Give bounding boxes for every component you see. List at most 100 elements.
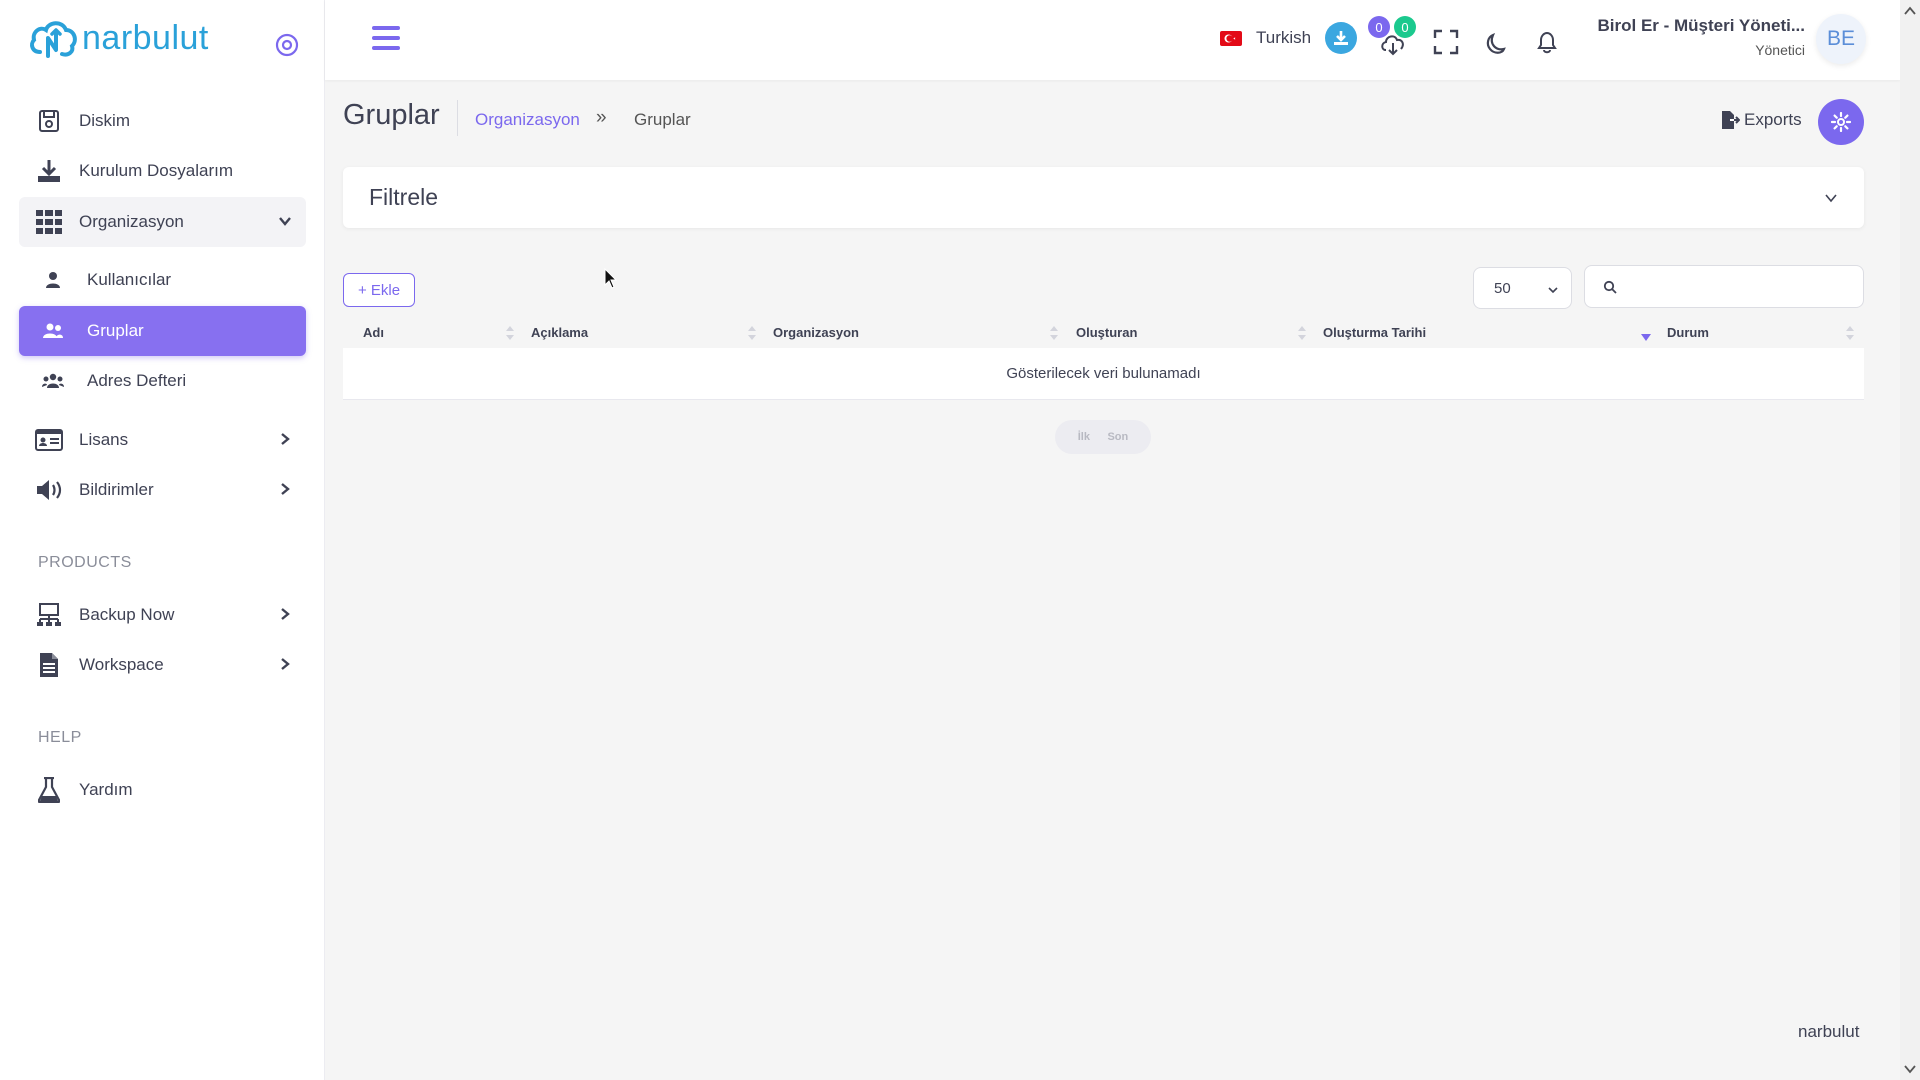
- chevron-right-icon: [281, 608, 290, 620]
- filter-title: Filtrele: [369, 184, 439, 210]
- sidebar-item-organizasyon[interactable]: Organizasyon: [19, 197, 306, 247]
- sort-icon[interactable]: [747, 325, 757, 341]
- menu-icon[interactable]: [372, 26, 400, 52]
- bell-icon[interactable]: [1533, 28, 1561, 56]
- file-export-icon: [1722, 111, 1740, 129]
- sidebar-item-workspace[interactable]: Workspace: [19, 640, 306, 690]
- sidebar-item-label: Kullanıcılar: [87, 270, 172, 289]
- id-card-icon: [35, 426, 63, 454]
- breadcrumb-separator: »: [596, 107, 607, 128]
- settings-button[interactable]: [1818, 99, 1864, 145]
- sidebar-item-label: Lisans: [79, 430, 129, 449]
- search-icon: [1603, 280, 1617, 294]
- brand-name: narbulut: [82, 18, 209, 57]
- table-body: Gösterilecek veri bulunamadı: [343, 348, 1864, 400]
- document-icon: [35, 651, 63, 679]
- network-icon: [35, 601, 63, 629]
- sort-desc-icon[interactable]: [1641, 331, 1651, 347]
- chevron-right-icon: [281, 483, 290, 495]
- sidebar-item-diskim[interactable]: Diskim: [19, 96, 306, 146]
- brand-logo[interactable]: narbulut: [28, 16, 209, 60]
- fullscreen-icon[interactable]: [1432, 28, 1460, 56]
- pagination: İlk Son: [1055, 420, 1151, 454]
- sidebar-toggle-icon[interactable]: [274, 32, 300, 58]
- empty-message: Gösterilecek veri bulunamadı: [1006, 365, 1201, 382]
- sidebar-item-label: Organizasyon: [79, 212, 184, 231]
- footer-brand: narbulut: [1798, 1022, 1860, 1041]
- sidebar-item-bildirimler[interactable]: Bildirimler: [19, 465, 306, 515]
- address-book-icon: [39, 367, 67, 395]
- column-header-olusturma-tarihi[interactable]: Oluşturma Tarihi: [1323, 325, 1426, 340]
- chevron-right-icon: [281, 433, 290, 445]
- page-scrollbar[interactable]: [1900, 0, 1920, 1080]
- flask-icon: [35, 776, 63, 804]
- title-divider: [457, 100, 458, 136]
- section-title-help: HELP: [38, 729, 82, 746]
- sidebar: narbulut Diskim Kurulum Dosyalarım Organ…: [0, 0, 325, 1080]
- upload-count-badge: 0: [1368, 16, 1390, 38]
- avatar[interactable]: BE: [1816, 14, 1866, 64]
- sidebar-item-label: Yardım: [79, 780, 133, 799]
- sidebar-item-label: Adres Defteri: [87, 371, 187, 390]
- chevron-down-icon: [279, 217, 291, 226]
- sidebar-item-backup-now[interactable]: Backup Now: [19, 590, 306, 640]
- column-header-aciklama[interactable]: Açıklama: [531, 325, 588, 340]
- column-header-durum[interactable]: Durum: [1667, 325, 1709, 340]
- sidebar-item-kurulum-dosyalarim[interactable]: Kurulum Dosyalarım: [19, 146, 306, 196]
- search-box[interactable]: [1584, 265, 1864, 308]
- user-role: Yönetici: [1755, 42, 1805, 58]
- chevron-up-icon[interactable]: [1904, 6, 1916, 16]
- breadcrumb-organizasyon[interactable]: Organizasyon: [475, 110, 580, 130]
- pagination-last[interactable]: Son: [1107, 431, 1128, 443]
- pagination-first[interactable]: İlk: [1078, 431, 1090, 443]
- user-name[interactable]: Birol Er - Müşteri Yöneti...: [1598, 16, 1806, 36]
- chevron-down-icon[interactable]: [1824, 191, 1838, 205]
- download-icon: [1334, 31, 1348, 45]
- chevron-down-icon: [1548, 287, 1558, 294]
- sidebar-item-label: Diskim: [79, 111, 130, 130]
- turkey-flag-icon: [1220, 30, 1242, 46]
- download-count-badge: 0: [1394, 16, 1416, 38]
- sidebar-item-label: Bildirimler: [79, 480, 154, 499]
- grid-icon: [35, 208, 63, 236]
- sort-icon[interactable]: [1049, 325, 1059, 341]
- section-title-products: PRODUCTS: [38, 554, 132, 571]
- filter-panel[interactable]: Filtrele: [343, 167, 1864, 228]
- megaphone-icon: [35, 476, 63, 504]
- sidebar-item-label: Workspace: [79, 655, 164, 674]
- sidebar-item-kullanicilar[interactable]: Kullanıcılar: [19, 255, 306, 305]
- topbar: Turkish 0 0 Birol Er - Müşteri Yöneti...…: [325, 0, 1900, 80]
- sort-icon[interactable]: [1297, 325, 1307, 341]
- sidebar-item-yardim[interactable]: Yardım: [19, 765, 306, 815]
- dark-mode-icon[interactable]: [1484, 28, 1512, 56]
- mouse-cursor-icon: [604, 268, 618, 289]
- sidebar-item-label: Gruplar: [87, 321, 144, 340]
- page-title: Gruplar: [343, 99, 440, 131]
- cloud-logo-icon: [30, 21, 77, 58]
- search-input[interactable]: [1625, 278, 1855, 295]
- sidebar-item-lisans[interactable]: Lisans: [19, 415, 306, 465]
- breadcrumb-current: Gruplar: [634, 110, 691, 129]
- sort-icon[interactable]: [505, 325, 515, 341]
- sort-icon[interactable]: [1845, 325, 1855, 341]
- download-icon: [35, 157, 63, 185]
- sidebar-item-gruplar[interactable]: Gruplar: [19, 306, 306, 356]
- sidebar-item-label: Backup Now: [79, 605, 175, 624]
- column-header-olusturan[interactable]: Oluşturan: [1076, 325, 1137, 340]
- chevron-right-icon: [281, 658, 290, 670]
- page-size-select[interactable]: 50: [1473, 267, 1572, 309]
- language-label: Turkish: [1256, 28, 1312, 47]
- exports-button[interactable]: Exports: [1720, 110, 1802, 130]
- disk-icon: [35, 107, 63, 135]
- language-selector[interactable]: Turkish: [1220, 28, 1311, 48]
- chevron-down-icon[interactable]: [1904, 1064, 1916, 1074]
- page-size-value: 50: [1494, 280, 1511, 297]
- add-button[interactable]: + Ekle: [343, 273, 415, 307]
- exports-label: Exports: [1744, 110, 1802, 129]
- column-header-organizasyon[interactable]: Organizasyon: [773, 325, 859, 340]
- user-icon: [39, 266, 67, 294]
- column-header-adi[interactable]: Adı: [363, 325, 384, 340]
- gear-icon: [1831, 112, 1851, 132]
- sidebar-item-adres-defteri[interactable]: Adres Defteri: [19, 356, 306, 406]
- download-app-button[interactable]: [1325, 22, 1357, 54]
